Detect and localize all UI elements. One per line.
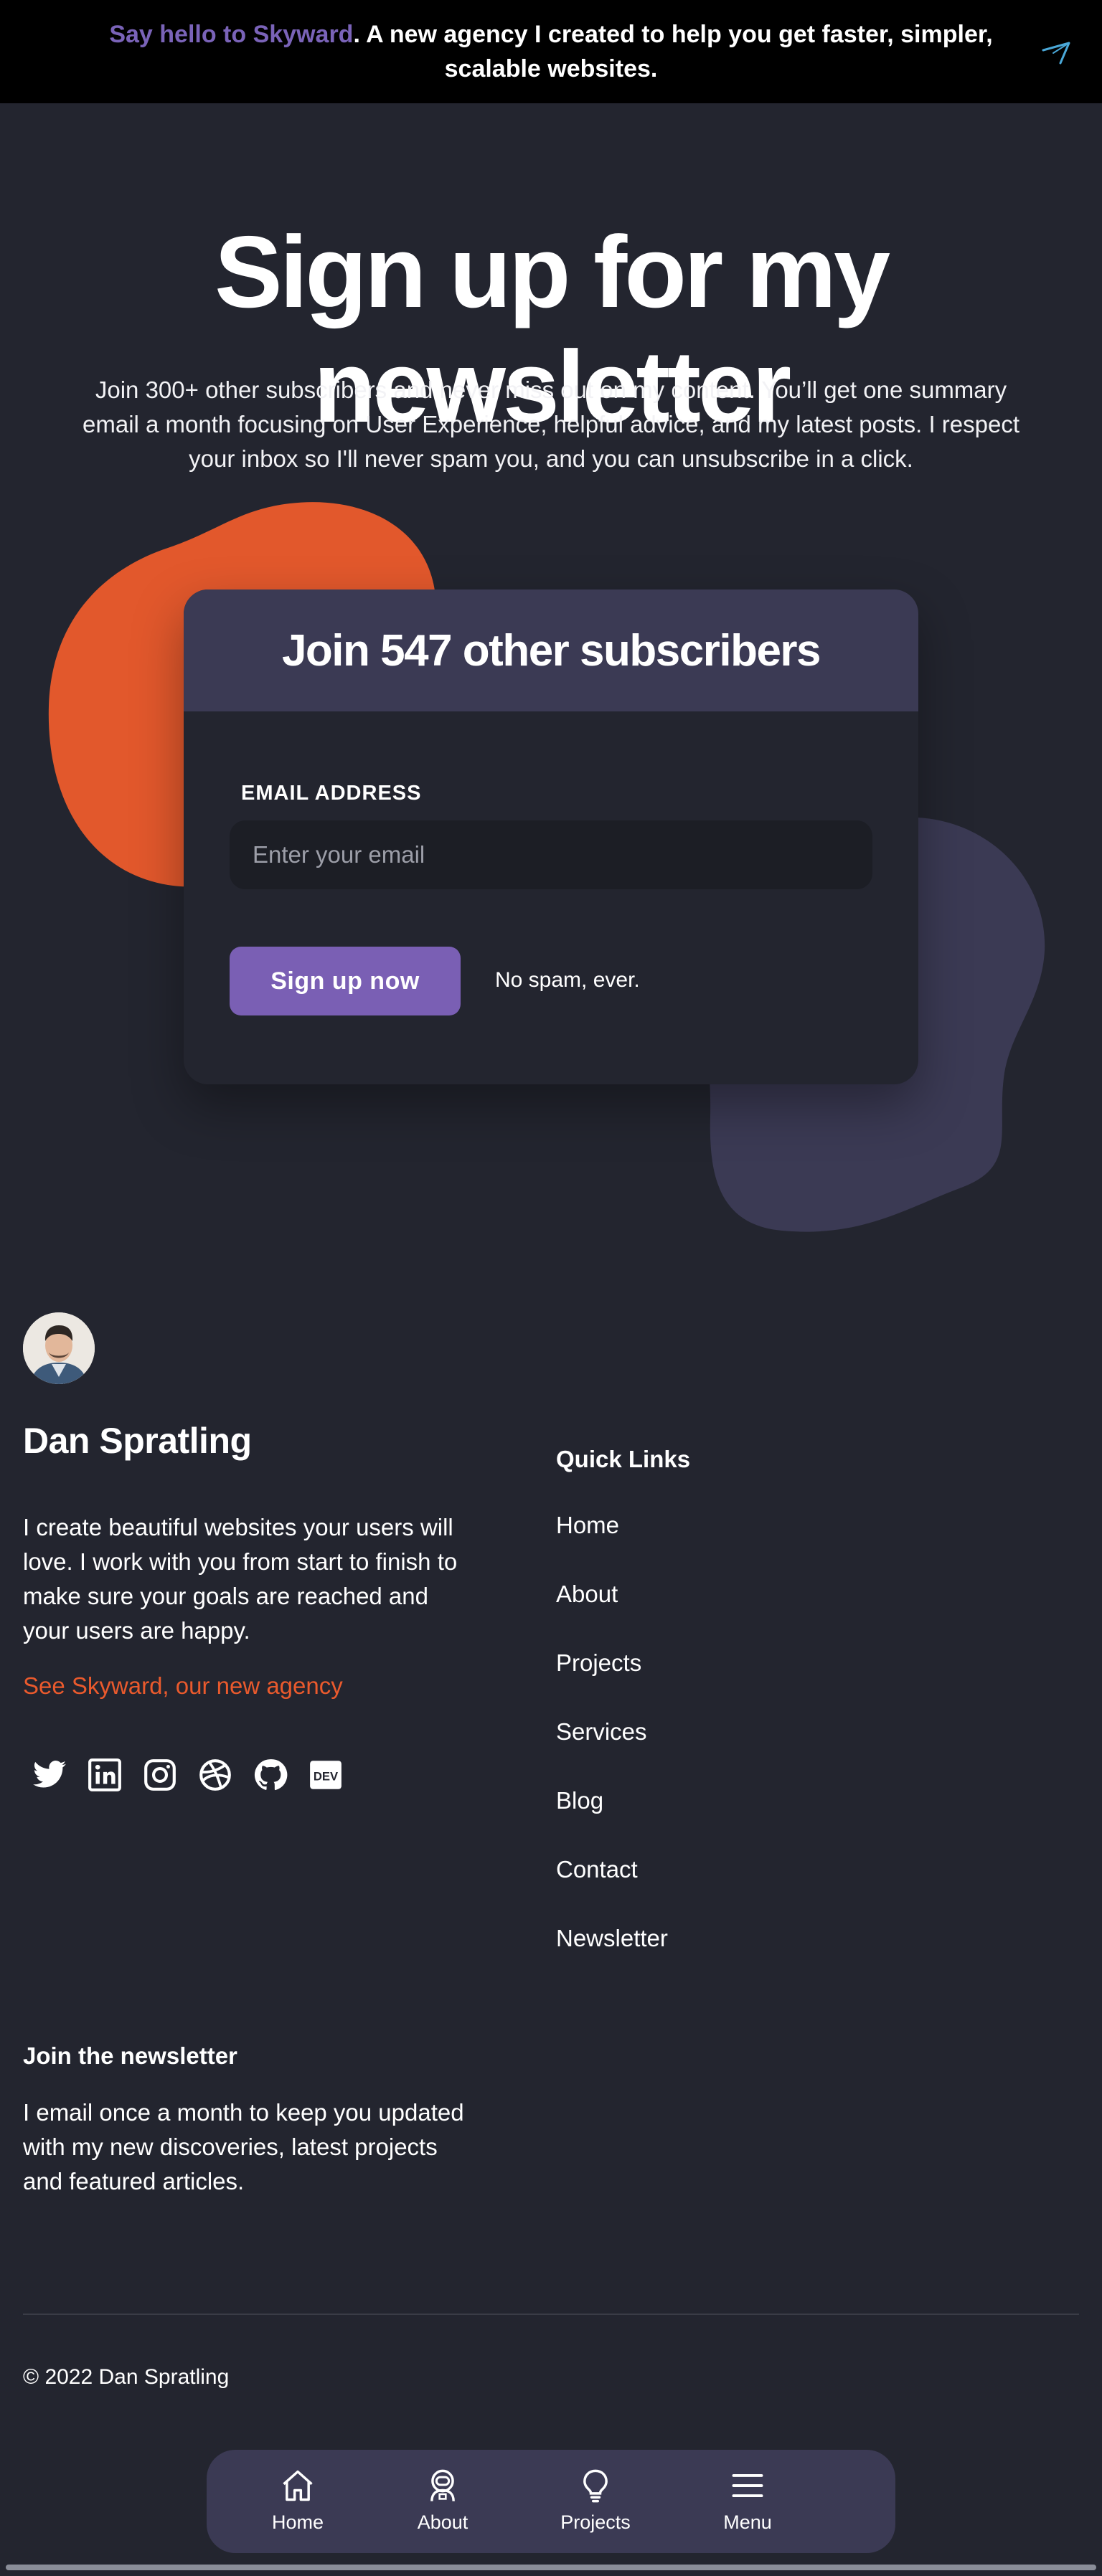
announcement-message: . A new agency I created to help you get… [353,21,993,82]
dribbble-icon[interactable] [197,1757,233,1793]
announcement-text: Say hello to Skyward. A new agency I cre… [63,17,1039,86]
nav-item-menu[interactable]: Menu [690,2467,805,2534]
quick-links-list: Home About Projects Services Blog Contac… [556,1512,668,1994]
email-field[interactable] [230,820,872,889]
copyright: © 2022 Dan Spratling [23,2365,230,2389]
list-item: About [556,1581,668,1649]
lightbulb-icon [583,2469,608,2503]
email-label: EMAIL ADDRESS [241,782,422,805]
list-item: Contact [556,1856,668,1925]
twitter-icon[interactable] [32,1757,67,1793]
announcement-bar: Say hello to Skyward. A new agency I cre… [0,0,1102,103]
footer-link-contact[interactable]: Contact [556,1856,638,1883]
newsletter-text: I email once a month to keep you updated… [23,2099,464,2194]
social-links: DEV [32,1757,344,1793]
agency-link[interactable]: See Skyward, our new agency [23,1672,343,1700]
nav-label-home: Home [271,2511,324,2533]
list-item: Home [556,1512,668,1581]
nav-label-projects: Projects [560,2511,631,2533]
dev-icon[interactable]: DEV [308,1757,344,1793]
nav-item-about[interactable]: About [385,2467,500,2534]
svg-text:DEV: DEV [314,1770,338,1784]
instagram-icon[interactable] [142,1757,178,1793]
footer-link-home[interactable]: Home [556,1512,619,1538]
newsletter-title: Join the newsletter [23,2042,237,2069]
skyward-logo-icon[interactable] [1042,40,1070,66]
no-spam-note: No spam, ever. [495,968,640,992]
home-icon [283,2470,313,2501]
list-item: Blog [556,1787,668,1856]
menu-icon [732,2473,763,2498]
footer-link-services[interactable]: Services [556,1718,647,1745]
quick-links-title: Quick Links [556,1446,691,1472]
list-item: Projects [556,1649,668,1718]
nav-item-home[interactable]: Home [240,2467,355,2534]
footer-link-blog[interactable]: Blog [556,1787,603,1814]
list-item: Newsletter [556,1925,668,1994]
hero-subtitle: Join 300+ other subscribers and never mi… [83,377,1019,472]
signup-card: Join 547 other subscribers EMAIL ADDRESS… [184,589,918,1084]
skyward-link[interactable]: Say hello to Skyward [109,21,353,48]
author-name: Dan Spratling [23,1421,252,1461]
list-item: Services [556,1718,668,1787]
bottom-nav: Home About Projects Menu [207,2450,895,2553]
sign-up-button[interactable]: Sign up now [230,947,461,1015]
footer-link-about[interactable]: About [556,1581,618,1607]
footer-divider [23,2314,1079,2315]
footer-link-newsletter[interactable]: Newsletter [556,1925,668,1951]
nav-label-about: About [417,2511,468,2533]
signup-card-header: Join 547 other subscribers [184,589,918,711]
nav-item-projects[interactable]: Projects [538,2467,653,2534]
footer-link-projects[interactable]: Projects [556,1649,641,1676]
astronaut-icon [430,2469,455,2501]
horizontal-scrollbar[interactable] [6,2565,1096,2570]
avatar [23,1312,95,1384]
signup-card-title: Join 547 other subscribers [281,625,821,676]
nav-label-menu: Menu [723,2511,772,2533]
linkedin-icon[interactable] [87,1757,123,1793]
author-bio: I create beautiful websites your users w… [23,1514,458,1644]
github-icon[interactable] [253,1757,288,1793]
